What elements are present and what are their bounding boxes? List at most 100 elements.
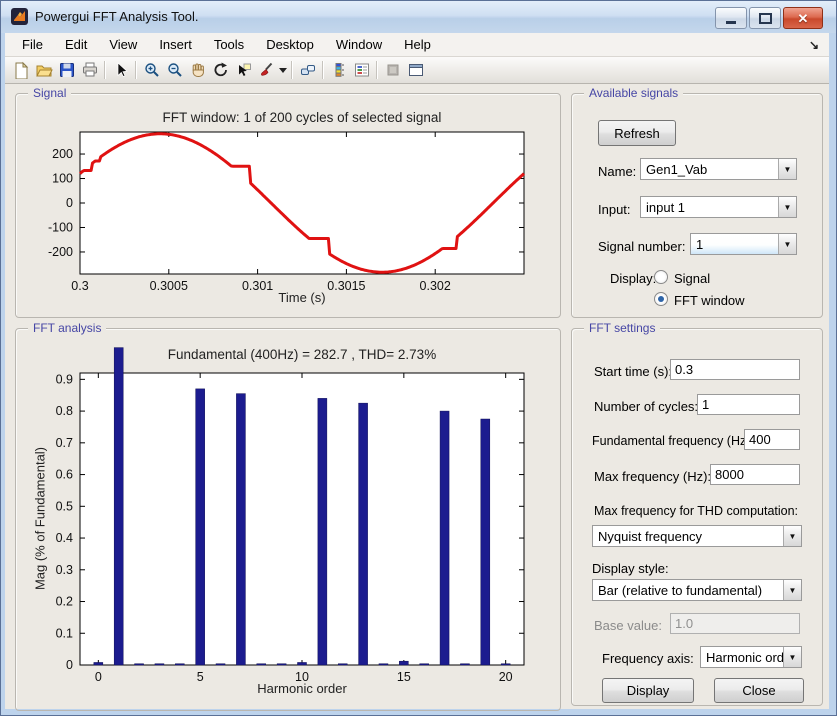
thd-max-frequency-label: Max frequency for THD computation:	[594, 504, 798, 518]
pan-hand-icon[interactable]	[186, 59, 209, 81]
zoom-out-icon[interactable]	[163, 59, 186, 81]
radio-signal[interactable]	[654, 270, 668, 284]
new-document-icon[interactable]	[9, 59, 32, 81]
brush-icon[interactable]	[255, 59, 278, 81]
menu-help[interactable]: Help	[393, 34, 442, 55]
rotate-3d-icon[interactable]	[209, 59, 232, 81]
fundamental-frequency-label: Fundamental frequency (Hz):	[592, 434, 754, 448]
y-tick-label: -200	[48, 245, 73, 259]
harmonic-bar	[94, 662, 103, 665]
zoom-in-icon[interactable]	[140, 59, 163, 81]
brush-dropdown-icon[interactable]	[278, 59, 288, 81]
colorbar-icon[interactable]	[327, 59, 350, 81]
chevron-down-icon[interactable]: ▼	[783, 526, 801, 546]
input-dropdown-value: input 1	[641, 200, 778, 215]
menu-bar: File Edit View Insert Tools Desktop Wind…	[5, 33, 829, 57]
chevron-down-icon[interactable]: ▼	[778, 234, 796, 254]
available-signals-group-label: Available signals	[584, 86, 683, 100]
minimize-button[interactable]	[715, 7, 747, 29]
fft-settings-group: FFT settings Start time (s): 0.3 Number …	[571, 328, 823, 706]
fft-analysis-group: FFT analysis Fundamental (400Hz) = 282.7…	[15, 328, 561, 711]
minimize-icon	[726, 21, 736, 24]
legend-icon[interactable]	[350, 59, 373, 81]
window-title: Powergui FFT Analysis Tool.	[35, 9, 199, 24]
menu-window[interactable]: Window	[325, 34, 393, 55]
link-plots-icon[interactable]	[296, 59, 319, 81]
signal-group: Signal FFT window: 1 of 200 cycles of se…	[15, 93, 561, 318]
max-frequency-field[interactable]: 8000	[710, 464, 800, 485]
menu-insert[interactable]: Insert	[148, 34, 203, 55]
display-style-dropdown-value: Bar (relative to fundamental)	[593, 583, 783, 598]
signal-plot: 0.30.30050.3010.30150.3022001000-100-200	[16, 94, 560, 317]
dock-figure-icon[interactable]	[404, 59, 427, 81]
matlab-app-icon	[11, 8, 28, 25]
base-value-field: 1.0	[670, 613, 800, 634]
available-signals-group: Available signals Refresh Name: Gen1_Vab…	[571, 93, 823, 318]
toolbar-separator	[104, 61, 106, 79]
harmonic-bar	[501, 664, 510, 665]
chevron-down-icon[interactable]: ▼	[783, 647, 801, 667]
toolbar-separator	[322, 61, 324, 79]
refresh-button[interactable]: Refresh	[598, 120, 676, 146]
chevron-down-icon[interactable]: ▼	[778, 159, 796, 179]
y-tick-label: 0.1	[56, 626, 73, 640]
close-button[interactable]: ✕	[783, 7, 823, 29]
close-icon: ✕	[798, 12, 809, 25]
close-settings-button[interactable]: Close	[714, 678, 804, 703]
frequency-axis-dropdown-value: Harmonic order	[701, 650, 783, 665]
open-folder-icon[interactable]	[32, 59, 55, 81]
pointer-icon[interactable]	[109, 59, 132, 81]
maximize-button[interactable]	[749, 7, 781, 29]
harmonic-bar	[298, 662, 307, 665]
maximize-icon	[759, 13, 772, 24]
start-time-field[interactable]: 0.3	[670, 359, 800, 380]
harmonic-bar	[114, 348, 123, 665]
toolbar-separator	[291, 61, 293, 79]
client-area: Signal FFT window: 1 of 200 cycles of se…	[5, 84, 829, 709]
harmonic-bar	[216, 664, 225, 665]
chevron-down-icon[interactable]: ▼	[783, 580, 801, 600]
menu-desktop[interactable]: Desktop	[255, 34, 325, 55]
frequency-axis-dropdown[interactable]: Harmonic order ▼	[700, 646, 802, 668]
display-style-dropdown[interactable]: Bar (relative to fundamental) ▼	[592, 579, 802, 601]
harmonic-bar	[359, 403, 368, 665]
menu-tools[interactable]: Tools	[203, 34, 255, 55]
fft-xaxis-label: Harmonic order	[80, 681, 524, 696]
name-dropdown[interactable]: Gen1_Vab ▼	[640, 158, 797, 180]
radio-selected-dot	[658, 296, 664, 302]
radio-fft-window[interactable]	[654, 292, 668, 306]
fft-bar-plot: 0510152000.10.20.30.40.50.60.70.80.9	[16, 329, 560, 710]
input-dropdown[interactable]: input 1 ▼	[640, 196, 797, 218]
y-tick-label: 0	[66, 658, 73, 672]
y-tick-label: 0	[66, 196, 73, 210]
harmonic-bar	[236, 394, 245, 665]
thd-frequency-dropdown[interactable]: Nyquist frequency ▼	[592, 525, 802, 547]
name-dropdown-value: Gen1_Vab	[641, 162, 778, 177]
harmonic-bar	[257, 664, 266, 665]
title-bar: Powergui FFT Analysis Tool. ✕	[1, 1, 836, 33]
frequency-axis-label: Frequency axis:	[602, 651, 694, 666]
chevron-down-icon[interactable]: ▼	[778, 197, 796, 217]
menu-file[interactable]: File	[11, 34, 54, 55]
y-tick-label: -100	[48, 220, 73, 234]
y-tick-label: 0.3	[56, 563, 73, 577]
signal-xaxis-label: Time (s)	[80, 290, 524, 305]
harmonic-bar	[155, 664, 164, 665]
y-tick-label: 0.6	[56, 468, 73, 482]
harmonic-bar	[338, 664, 347, 665]
start-time-label: Start time (s):	[594, 364, 672, 379]
save-icon[interactable]	[55, 59, 78, 81]
base-value-label: Base value:	[594, 618, 662, 633]
menu-edit[interactable]: Edit	[54, 34, 98, 55]
data-cursor-icon[interactable]	[232, 59, 255, 81]
harmonic-bar	[175, 664, 184, 665]
display-button[interactable]: Display	[602, 678, 694, 703]
cycles-field[interactable]: 1	[697, 394, 800, 415]
fft-yaxis-label: Mag (% of Fundamental)	[33, 379, 48, 659]
y-tick-label: 100	[52, 172, 73, 186]
signal-number-dropdown[interactable]: 1 ▼	[690, 233, 797, 255]
menu-view[interactable]: View	[98, 34, 148, 55]
print-icon[interactable]	[78, 59, 101, 81]
fundamental-frequency-field[interactable]: 400	[744, 429, 800, 450]
dock-arrow-icon[interactable]: ↘	[809, 38, 819, 52]
